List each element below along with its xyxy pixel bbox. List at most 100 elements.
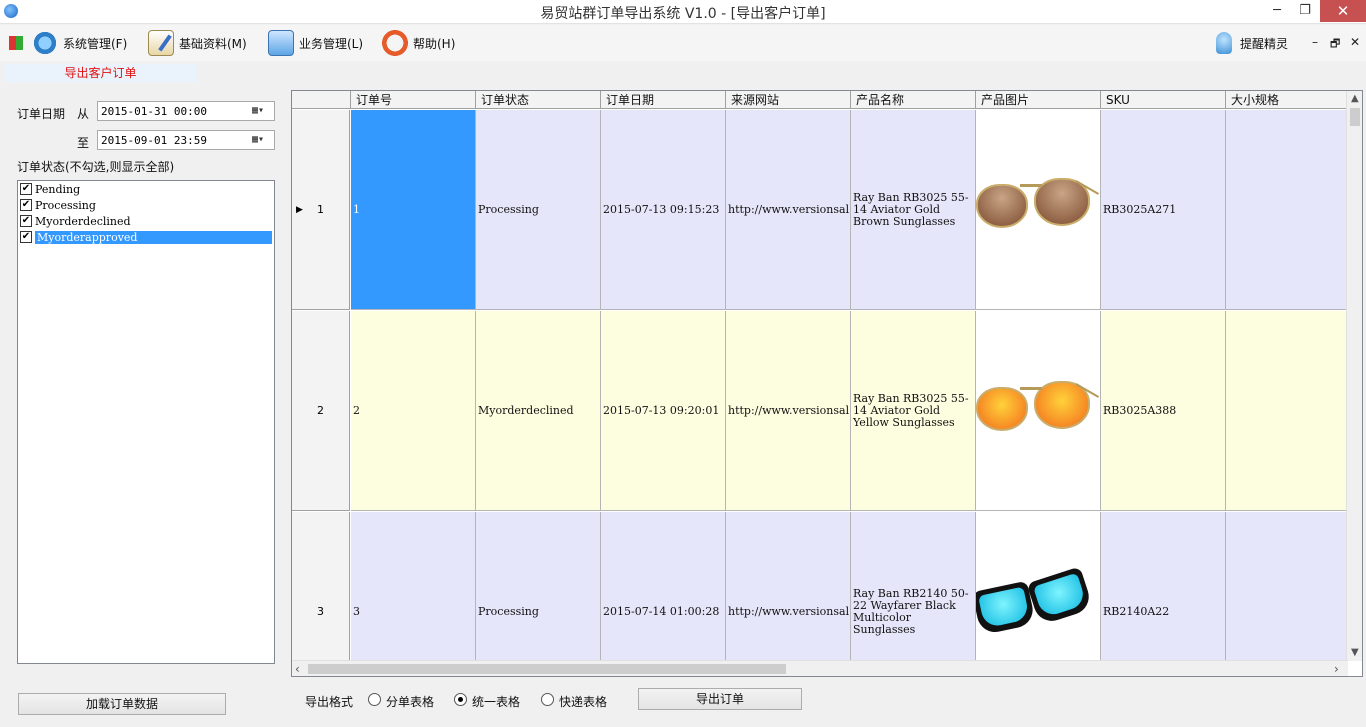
vertical-scrollbar[interactable]: ▲ ▼: [1346, 91, 1362, 661]
cell-size[interactable]: [1226, 110, 1348, 310]
status-item-pending[interactable]: ✔ Pending: [20, 181, 272, 197]
table-row[interactable]: 3 3 Processing 2015-07-14 01:00:28 http:…: [292, 512, 1348, 676]
checkbox[interactable]: ✔: [20, 199, 32, 211]
orders-grid[interactable]: 订单号 订单状态 订单日期 来源网站 产品名称 产品图片 SKU 大小规格 ▶ …: [291, 90, 1363, 677]
col-source-site[interactable]: 来源网站: [726, 91, 851, 109]
horizontal-scroll-thumb[interactable]: [308, 664, 786, 674]
col-product-image[interactable]: 产品图片: [976, 91, 1101, 109]
cell-sku[interactable]: RB2140A22: [1101, 512, 1226, 676]
table-row[interactable]: 2 2 Myorderdeclined 2015-07-13 09:20:01 …: [292, 311, 1348, 511]
cell-site[interactable]: http://www.versionsal: [726, 512, 851, 676]
cell-product[interactable]: Ray Ban RB3025 55-14 Aviator Gold Yellow…: [851, 311, 976, 511]
menu-help-label: 帮助(H): [413, 36, 456, 51]
mdi-close-button[interactable]: ✕: [1350, 35, 1360, 49]
row-header[interactable]: 2: [292, 311, 350, 511]
calendar-icon[interactable]: ▦▾: [252, 105, 270, 117]
menu-basic-data[interactable]: 基础资料(M): [148, 29, 247, 57]
radio-express-sheet[interactable]: [541, 693, 554, 706]
col-order-status[interactable]: 订单状态: [476, 91, 601, 109]
cell-product[interactable]: Ray Ban RB3025 55-14 Aviator Gold Brown …: [851, 110, 976, 310]
window-title: 易贸站群订单导出系统 V1.0 - [导出客户订单]: [540, 6, 826, 22]
export-format-label: 导出格式: [305, 695, 354, 709]
cell-status[interactable]: Processing: [476, 110, 601, 310]
cell-product[interactable]: Ray Ban RB2140 50-22 Wayfarer Black Mult…: [851, 512, 976, 676]
row-header[interactable]: 3: [292, 512, 350, 676]
assistant-button[interactable]: 提醒精灵: [1216, 29, 1288, 57]
maximize-button[interactable]: ❐: [1290, 0, 1320, 22]
cell-size[interactable]: [1226, 512, 1348, 676]
menu-business[interactable]: 业务管理(L): [268, 29, 363, 57]
col-order-no[interactable]: 订单号: [351, 91, 476, 109]
col-order-date[interactable]: 订单日期: [601, 91, 726, 109]
cell-status[interactable]: Processing: [476, 512, 601, 676]
radio-split-sheet[interactable]: [368, 693, 381, 706]
status-label: Myorderdeclined: [35, 214, 131, 228]
scroll-right-icon[interactable]: ›: [1334, 662, 1339, 676]
cell-site[interactable]: http://www.versionsal: [726, 110, 851, 310]
row-number: 3: [317, 605, 324, 618]
cell-sku[interactable]: RB3025A271: [1101, 110, 1226, 310]
mdi-restore-button[interactable]: 🗗: [1330, 35, 1340, 54]
close-button[interactable]: ✕: [1320, 0, 1366, 22]
cell-image[interactable]: [976, 110, 1101, 310]
checkbox[interactable]: ✔: [20, 231, 32, 243]
lifebuoy-icon: [382, 30, 408, 56]
cell-image[interactable]: [976, 311, 1101, 511]
cell-image[interactable]: [976, 512, 1101, 676]
status-item-myorderdeclined[interactable]: ✔ Myorderdeclined: [20, 213, 272, 229]
col-size[interactable]: 大小规格: [1226, 91, 1348, 109]
menu-system[interactable]: 系统管理(F): [32, 29, 127, 57]
cell-order-no[interactable]: 2: [351, 311, 476, 511]
scroll-up-icon[interactable]: ▲: [1351, 93, 1359, 104]
cell-date[interactable]: 2015-07-13 09:15:23: [601, 110, 726, 310]
load-orders-button[interactable]: 加载订单数据: [18, 693, 226, 715]
status-checklist[interactable]: ✔ Pending ✔ Processing ✔ Myorderdeclined…: [17, 180, 275, 664]
tab-strip: 导出客户订单: [0, 62, 1366, 84]
table-row[interactable]: ▶ 1 1 Processing 2015-07-13 09:15:23 htt…: [292, 110, 1348, 310]
tab-export-orders[interactable]: 导出客户订单: [3, 64, 198, 82]
horizontal-scrollbar[interactable]: ‹ ›: [292, 660, 1348, 676]
radio-express-sheet-label[interactable]: 快递表格: [559, 693, 607, 710]
current-row-icon: ▶: [296, 204, 303, 215]
menu-help[interactable]: 帮助(H): [382, 29, 455, 57]
cell-date[interactable]: 2015-07-13 09:20:01: [601, 311, 726, 511]
sunglasses-image: [976, 565, 1096, 652]
row-number: 1: [317, 203, 324, 216]
date-to-picker[interactable]: 2015-09-01 23:59 ▦▾: [97, 130, 275, 150]
status-label: Pending: [35, 182, 81, 196]
scroll-left-icon[interactable]: ‹: [295, 662, 300, 676]
cell-status[interactable]: Myorderdeclined: [476, 311, 601, 511]
vertical-scroll-thumb[interactable]: [1350, 108, 1360, 126]
row-header[interactable]: ▶ 1: [292, 110, 350, 310]
scroll-down-icon[interactable]: ▼: [1351, 647, 1359, 658]
cell-sku[interactable]: RB3025A388: [1101, 311, 1226, 511]
cell-order-no[interactable]: 3: [351, 512, 476, 676]
calendar-icon[interactable]: ▦▾: [252, 134, 270, 146]
radio-unified-sheet-label[interactable]: 统一表格: [472, 693, 520, 710]
status-label: Processing: [35, 198, 96, 212]
radio-split-sheet-label[interactable]: 分单表格: [386, 693, 434, 710]
export-orders-button[interactable]: 导出订单: [638, 688, 802, 710]
lightbulb-icon: [1216, 32, 1232, 54]
menu-bar: 系统管理(F) 基础资料(M) 业务管理(L) 帮助(H) 提醒精灵 – 🗗 ✕: [0, 25, 1366, 61]
radio-unified-sheet[interactable]: [454, 693, 467, 706]
mdi-minimize-button[interactable]: –: [1312, 35, 1318, 49]
status-item-processing[interactable]: ✔ Processing: [20, 197, 272, 213]
cell-size[interactable]: [1226, 311, 1348, 511]
row-header-corner: [292, 91, 351, 109]
status-item-myorderapproved[interactable]: ✔ Myorderapproved: [20, 229, 272, 245]
sunglasses-image: [976, 371, 1100, 451]
cell-order-no[interactable]: 1: [351, 110, 476, 310]
col-product-name[interactable]: 产品名称: [851, 91, 976, 109]
cell-date[interactable]: 2015-07-14 01:00:28: [601, 512, 726, 676]
col-sku[interactable]: SKU: [1101, 91, 1226, 109]
order-status-label: 订单状态(不勾选,则显示全部): [17, 160, 175, 174]
checkbox[interactable]: ✔: [20, 215, 32, 227]
date-from-picker[interactable]: 2015-01-31 00:00 ▦▾: [97, 101, 275, 121]
from-label: 从: [77, 107, 90, 121]
cell-site[interactable]: http://www.versionsal: [726, 311, 851, 511]
checkbox[interactable]: ✔: [20, 183, 32, 195]
minimize-button[interactable]: ─: [1262, 0, 1292, 22]
date-to-value: 2015-09-01 23:59: [101, 134, 207, 147]
sunglasses-image: [976, 170, 1100, 250]
